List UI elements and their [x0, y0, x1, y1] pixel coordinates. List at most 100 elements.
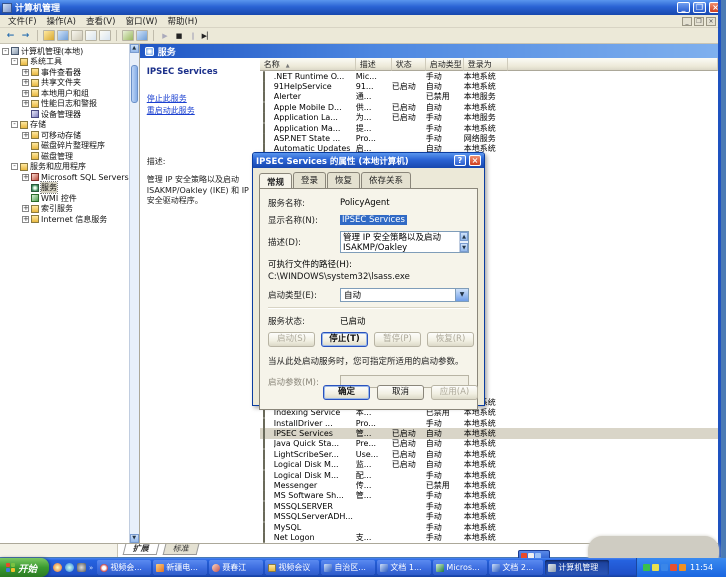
service-row[interactable]: Logical Disk M... 监... 已启动 自动 本地系统: [260, 459, 718, 471]
child-close-button[interactable]: ×: [706, 16, 716, 26]
ok-button[interactable]: 确定: [323, 385, 370, 400]
service-row[interactable]: Java Quick Sta... Pre... 已启动 自动 本地系统: [260, 438, 718, 450]
tab-general[interactable]: 常规: [259, 173, 293, 189]
tab-logon[interactable]: 登录: [293, 172, 327, 188]
window-icon[interactable]: [136, 30, 148, 41]
restart-service-icon[interactable]: ▶▏: [201, 32, 213, 40]
tree-item[interactable]: 性能日志和警报: [2, 99, 129, 110]
tree-item[interactable]: Microsoft SQL Servers: [2, 172, 129, 183]
tab-recovery[interactable]: 恢复: [327, 172, 361, 188]
service-row[interactable]: MSSQLSERVER 手动 本地系统: [260, 500, 718, 512]
pause-service-icon[interactable]: ‖: [187, 32, 199, 40]
taskbar-task-button[interactable]: 视频会议: [265, 560, 320, 575]
tree-expander-icon[interactable]: [11, 58, 18, 66]
start-button-taskbar[interactable]: 开始: [0, 558, 50, 577]
tree-item[interactable]: 可移动存储: [2, 130, 129, 141]
properties-icon[interactable]: [71, 30, 83, 41]
service-row[interactable]: Application Ma... 提... 手动 本地系统: [260, 122, 718, 134]
export-list-icon[interactable]: [85, 30, 97, 41]
up-level-icon[interactable]: [43, 30, 55, 41]
child-restore-button[interactable]: ❐: [694, 16, 704, 26]
taskbar-task-button[interactable]: 文档 1...: [377, 560, 432, 575]
column-startup-type[interactable]: 启动类型: [425, 58, 464, 71]
tab-standard[interactable]: 标准: [162, 544, 200, 555]
refresh-icon[interactable]: [122, 30, 134, 41]
resume-button[interactable]: 恢复(R): [427, 332, 474, 347]
service-row[interactable]: IPSEC Services 管... 已启动 自动 本地系统: [259, 427, 718, 439]
start-button[interactable]: 启动(S): [268, 332, 315, 347]
dialog-help-icon[interactable]: ?: [454, 155, 466, 166]
column-status[interactable]: 状态: [391, 58, 426, 71]
column-description[interactable]: 描述: [355, 58, 392, 71]
tree-scrollbar[interactable]: ▲ ▼: [128, 44, 139, 543]
scroll-up-icon[interactable]: ▲: [129, 44, 139, 53]
minimize-button[interactable]: _: [677, 2, 690, 13]
service-row[interactable]: MSSQLServerADH... 手动 本地系统: [260, 511, 718, 523]
tree-expander-icon[interactable]: [22, 173, 29, 181]
tree-expander-icon[interactable]: [22, 131, 29, 139]
console-tree-icon[interactable]: [57, 30, 69, 41]
tab-extended[interactable]: 扩展: [122, 544, 160, 555]
service-row[interactable]: InstallDriver ... Pro... 手动 本地系统: [260, 417, 718, 429]
start-service-icon[interactable]: ▶: [159, 32, 171, 40]
tree-item[interactable]: 服务: [2, 181, 129, 195]
service-row[interactable]: Alerter 通... 已禁用 本地服务: [260, 91, 718, 103]
tree-item[interactable]: 存储: [2, 120, 129, 131]
tree-expander-icon[interactable]: [22, 205, 29, 213]
service-row[interactable]: 91HelpService 91... 已启动 自动 本地系统: [260, 81, 718, 93]
apply-button[interactable]: 应用(A): [431, 385, 478, 400]
quick-launch-icon-1[interactable]: [53, 563, 63, 572]
quick-launch-icon-3[interactable]: [77, 563, 87, 572]
tree-expander-icon[interactable]: [11, 163, 18, 171]
window-titlebar[interactable]: 计算机管理 _ ❐ ×: [0, 0, 718, 15]
taskbar-task-button[interactable]: 文档 2...: [489, 560, 544, 575]
dialog-titlebar[interactable]: IPSEC Services 的属性 (本地计算机) ? ×: [253, 153, 484, 168]
tree-expander-icon[interactable]: [11, 121, 18, 129]
scroll-thumb[interactable]: [130, 65, 138, 103]
tree-item[interactable]: 磁盘管理: [2, 151, 129, 162]
menu-item[interactable]: 操作(A): [42, 15, 81, 27]
help-doc-icon[interactable]: [99, 30, 111, 41]
tree-item[interactable]: 磁盘碎片整理程序: [2, 141, 129, 152]
tree-item[interactable]: 设备管理器: [2, 109, 129, 120]
service-row[interactable]: ASP.NET State ... Pro... 手动 网络服务: [260, 133, 718, 145]
back-icon[interactable]: ←: [4, 31, 17, 41]
service-row[interactable]: Messenger 传... 已禁用 本地系统: [260, 479, 718, 491]
quick-launch-icon-2[interactable]: [65, 563, 75, 572]
tree-item[interactable]: WMI 控件: [2, 193, 129, 204]
service-row[interactable]: .NET Runtime O... Mic... 手动 本地系统: [260, 70, 718, 82]
menu-item[interactable]: 窗口(W): [120, 15, 162, 27]
pause-button[interactable]: 暂停(P): [374, 332, 421, 347]
tree-item[interactable]: 事件查看器: [2, 67, 129, 78]
service-row[interactable]: LightScribeSer... Use... 已启动 自动 本地系统: [260, 448, 718, 460]
display-name-field[interactable]: IPSEC Services: [340, 215, 407, 225]
tree-item[interactable]: 计算机管理(本地): [2, 46, 129, 57]
cancel-button[interactable]: 取消: [377, 385, 424, 400]
description-field[interactable]: 管理 IP 安全策略以及启动 ISAKMP/Oakley ▲ ▼: [340, 231, 469, 253]
column-logon-as[interactable]: 登录为: [463, 58, 508, 71]
restore-button[interactable]: ❐: [693, 2, 706, 13]
tree-item[interactable]: 服务和应用程序: [2, 162, 129, 173]
tray-icon-4[interactable]: [670, 564, 677, 571]
taskbar-task-button[interactable]: Micros...: [433, 560, 488, 575]
tray-icon-3[interactable]: [661, 564, 668, 571]
chevron-down-icon[interactable]: ▼: [455, 289, 468, 301]
tab-dependencies[interactable]: 依存关系: [361, 172, 412, 188]
menu-item[interactable]: 文件(F): [3, 15, 42, 27]
stop-service-link[interactable]: 停止此服务: [147, 93, 254, 104]
menu-item[interactable]: 帮助(H): [162, 15, 202, 27]
child-minimize-button[interactable]: _: [682, 16, 692, 26]
taskbar-task-button[interactable]: 聂春江: [209, 560, 264, 575]
tree-expander-icon[interactable]: [2, 47, 9, 55]
restart-service-link[interactable]: 重启动此服务: [147, 105, 254, 116]
tree-item[interactable]: Internet 信息服务: [2, 214, 129, 225]
tree-expander-icon[interactable]: [22, 100, 29, 108]
column-name[interactable]: 名称 ▲: [259, 58, 356, 71]
dialog-close-icon[interactable]: ×: [469, 155, 481, 166]
tree-expander-icon[interactable]: [22, 68, 29, 76]
tree-item[interactable]: 本地用户和组: [2, 88, 129, 99]
chevron-right-icon[interactable]: »: [89, 564, 93, 572]
tree-expander-icon[interactable]: [22, 79, 29, 87]
tree-item[interactable]: 索引服务: [2, 204, 129, 215]
taskbar-task-button[interactable]: 计算机管理: [545, 560, 610, 575]
